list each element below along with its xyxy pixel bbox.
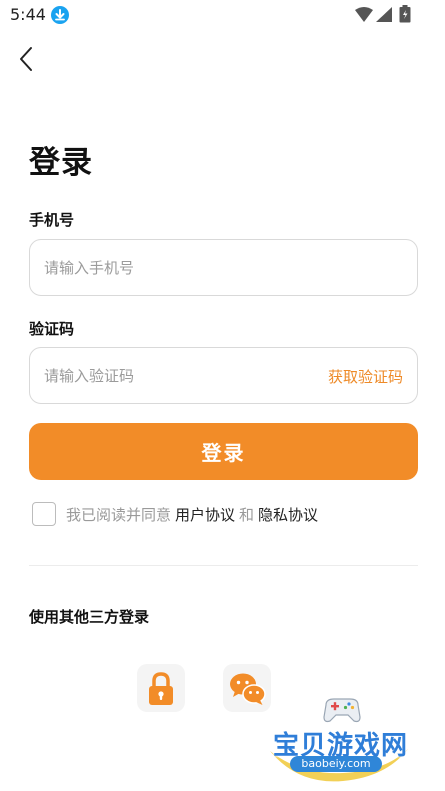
lock-login-button[interactable] [137, 664, 185, 712]
watermark: 宝贝游戏网 baobeiy.com [268, 693, 418, 785]
agreement-row: 我已阅读并同意 用户协议 和 隐私协议 [32, 502, 322, 526]
user-agreement-link[interactable]: 用户协议 [175, 504, 235, 525]
page-title: 登录 [29, 145, 93, 181]
get-code-button[interactable]: 获取验证码 [328, 366, 403, 387]
status-bar: 5:44 [0, 0, 445, 30]
battery-icon [399, 5, 411, 27]
phone-input[interactable] [44, 240, 304, 295]
phone-field[interactable] [29, 239, 418, 296]
chevron-left-icon [20, 47, 32, 71]
code-label: 验证码 [29, 320, 75, 338]
agreement-prefix: 我已阅读并同意 [66, 505, 172, 524]
code-input[interactable] [44, 348, 304, 403]
divider [29, 565, 418, 566]
wechat-icon [230, 673, 266, 705]
lock-icon [149, 672, 173, 705]
third-party-label: 使用其他三方登录 [29, 608, 150, 626]
download-icon [51, 6, 69, 24]
back-button[interactable] [14, 44, 40, 74]
wechat-login-button[interactable] [223, 664, 271, 712]
status-time: 5:44 [10, 5, 46, 24]
phone-label: 手机号 [29, 211, 75, 229]
privacy-policy-link[interactable]: 隐私协议 [258, 504, 318, 525]
wifi-icon [355, 7, 373, 26]
agreement-checkbox[interactable] [32, 502, 56, 526]
signal-icon [376, 7, 392, 26]
code-field[interactable]: 获取验证码 [29, 347, 418, 404]
watermark-url: baobeiy.com [290, 756, 382, 772]
agreement-and: 和 [239, 505, 255, 524]
login-button[interactable]: 登录 [29, 423, 418, 480]
